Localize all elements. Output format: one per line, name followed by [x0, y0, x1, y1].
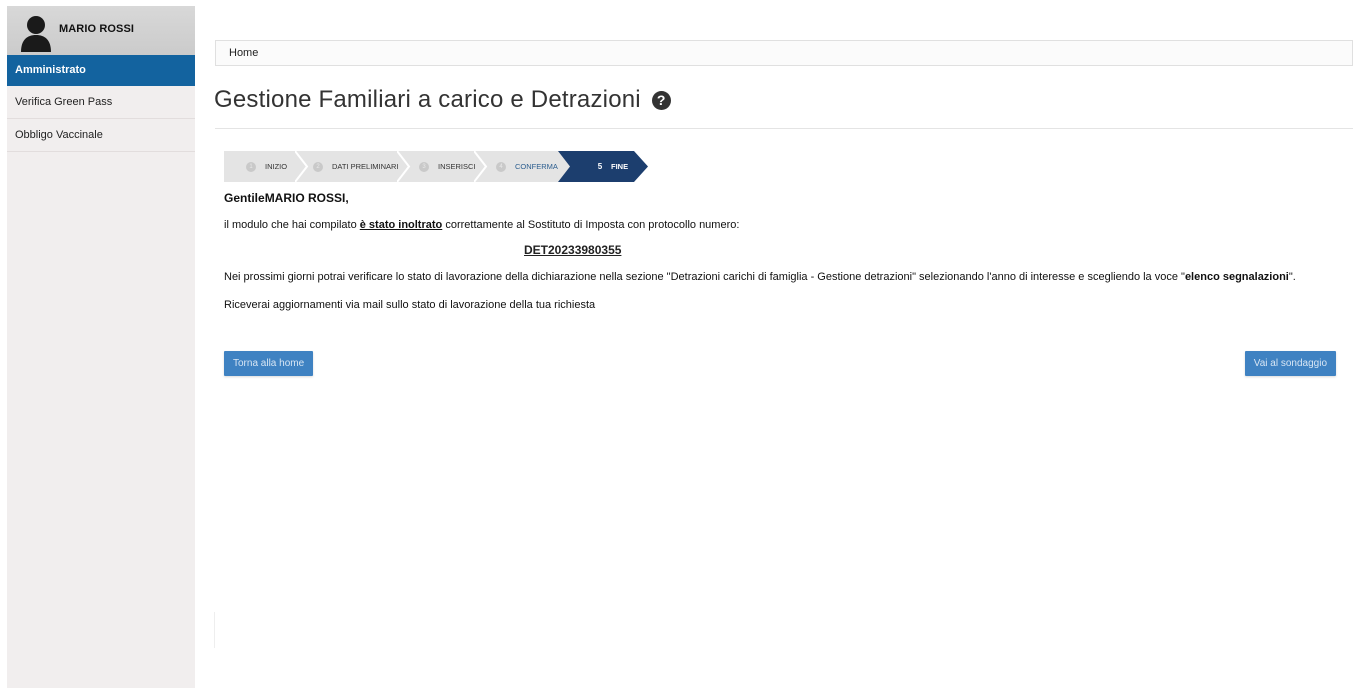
sidebar-item-verifica-green-pass[interactable]: Verifica Green Pass	[7, 86, 195, 119]
confirmation-message: il modulo che hai compilato è stato inol…	[224, 219, 739, 231]
step-label: CONFERMA	[515, 162, 558, 171]
line1-after: correttamente al Sostituto di Imposta co…	[442, 219, 740, 231]
back-to-home-button[interactable]: Torna alla home	[224, 351, 314, 376]
greeting-prefix: Gentile	[224, 191, 265, 205]
user-avatar-icon	[21, 16, 51, 52]
step-label: FINE	[611, 162, 629, 171]
step-dati-preliminari: 2 DATI PRELIMINARI	[295, 151, 409, 182]
greeting: GentileMARIO ROSSI,	[224, 191, 349, 205]
title-divider	[215, 128, 1353, 129]
breadcrumb: Home	[215, 40, 1353, 66]
user-name: MARIO ROSSI	[59, 23, 135, 35]
step-label: DATI PRELIMINARI	[332, 162, 399, 171]
sidebar-item-obbligo-vaccinale[interactable]: Obbligo Vaccinale	[7, 119, 195, 152]
step-inserisci: 3 INSERISCI	[397, 151, 486, 182]
step-number: 3	[419, 161, 429, 172]
line2-emphasis: elenco segnalazioni	[1184, 271, 1289, 283]
greeting-name: MARIO ROSSI	[264, 191, 346, 205]
line1-emphasis: è stato inoltrato	[359, 219, 443, 231]
step-label: INIZIO	[265, 162, 288, 171]
step-fine: 5 FINE	[558, 151, 648, 182]
divider	[214, 612, 215, 648]
info-message: Nei prossimi giorni potrai verificare lo…	[224, 271, 1296, 283]
line2-before: Nei prossimi giorni potrai verificare lo…	[224, 271, 1185, 283]
step-number: 5	[597, 161, 603, 171]
step-conferma: 4 CONFERMA	[474, 151, 570, 182]
page-title: Gestione Familiari a carico e Detrazioni…	[214, 86, 671, 114]
line2-after: ".	[1288, 271, 1296, 283]
help-icon[interactable]: ?	[651, 91, 671, 110]
step-number: 4	[496, 161, 506, 172]
page-title-text: Gestione Familiari a carico e Detrazioni	[214, 86, 641, 113]
greeting-suffix: ,	[345, 191, 349, 205]
breadcrumb-home-link[interactable]: Home	[229, 47, 258, 59]
step-number: 2	[313, 161, 323, 172]
sidebar: MARIO ROSSI Amministrato Verifica Green …	[7, 6, 195, 688]
update-message: Riceverai aggiornamenti via mail sullo s…	[224, 299, 596, 311]
line1-before: il modulo che hai compilato	[224, 219, 360, 231]
step-label: INSERISCI	[438, 162, 476, 171]
sidebar-item-amministrato[interactable]: Amministrato	[7, 55, 195, 86]
protocol-number: DET20233980355	[524, 243, 622, 257]
go-to-survey-button[interactable]: Vai al sondaggio	[1244, 351, 1336, 376]
step-number: 1	[246, 161, 256, 172]
user-box: MARIO ROSSI	[7, 6, 195, 55]
